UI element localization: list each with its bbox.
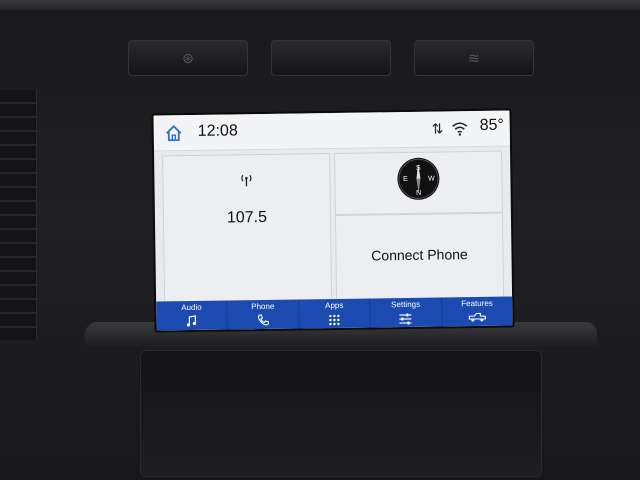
truck-icon <box>468 312 486 322</box>
compass-letter-s: S <box>416 165 421 172</box>
music-note-icon <box>187 315 197 327</box>
console-button-center[interactable] <box>271 40 391 76</box>
nav-settings[interactable]: Settings <box>370 297 443 328</box>
outside-temperature: 85° <box>479 116 505 134</box>
connect-phone-label: Connect Phone <box>371 246 468 264</box>
defrost-button[interactable]: ≋ <box>414 40 534 76</box>
phone-icon <box>257 314 269 326</box>
hazard-icon: ⊛ <box>182 49 194 66</box>
connect-phone-tile[interactable]: Connect Phone <box>334 212 505 301</box>
defrost-icon: ≋ <box>468 49 480 66</box>
radio-frequency: 107.5 <box>226 208 268 227</box>
compass-letter-n: N <box>416 190 421 197</box>
nav-phone-label: Phone <box>251 301 275 312</box>
bottom-nav-bar: Audio Phone Apps Settings Features <box>156 296 513 331</box>
hazard-button[interactable]: ⊛ <box>128 40 248 76</box>
antenna-icon <box>241 174 252 187</box>
nav-phone[interactable]: Phone <box>227 299 300 330</box>
clock: 12:08 <box>197 122 238 140</box>
radio-tile[interactable]: 107.5 <box>162 153 333 304</box>
home-icon[interactable] <box>164 123 184 143</box>
status-bar: 12:08 ⇅ 85° <box>153 110 510 152</box>
compass-tile: S W N E <box>334 150 503 215</box>
air-vent <box>0 90 37 340</box>
nav-audio-label: Audio <box>181 302 202 313</box>
nav-apps[interactable]: Apps <box>298 298 371 329</box>
nav-apps-label: Apps <box>325 300 344 311</box>
compass-letter-w: W <box>428 176 435 183</box>
sliders-icon <box>399 313 412 325</box>
sync-touchscreen: 12:08 ⇅ 85° 107.5 S W N E Connect Phone … <box>151 108 515 333</box>
storage-bin <box>140 350 542 477</box>
nav-features-label: Features <box>461 298 493 309</box>
compass-icon: S W N E <box>397 157 440 200</box>
compass-letter-e: E <box>403 176 408 183</box>
nav-settings-label: Settings <box>391 299 421 310</box>
nav-audio[interactable]: Audio <box>156 300 228 331</box>
sort-arrows-icon: ⇅ <box>431 120 444 137</box>
apps-grid-icon <box>329 314 340 326</box>
nav-features[interactable]: Features <box>442 297 513 327</box>
wifi-icon <box>452 122 468 136</box>
